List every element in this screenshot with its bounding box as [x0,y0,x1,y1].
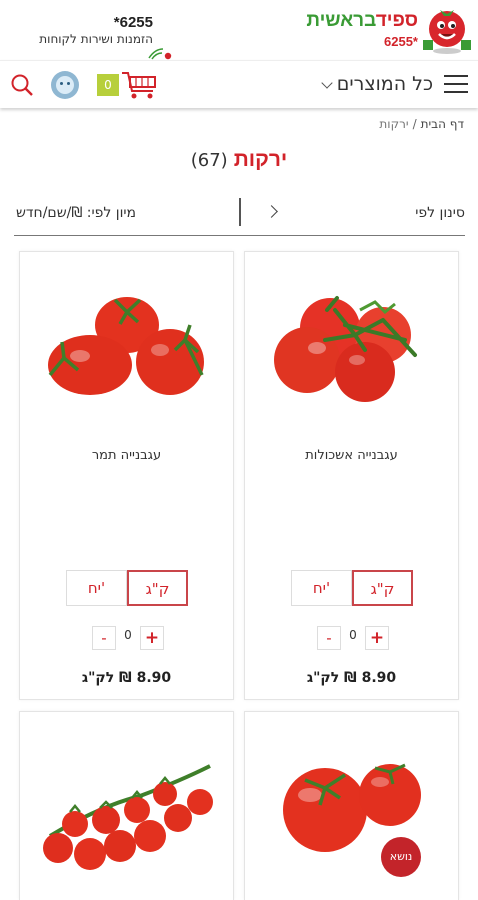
product-card[interactable]: עגבנייה תמר ק"ג יח' - 0 + 8.90 ₪ לק"ג [19,251,234,700]
unit-toggle: ק"ג יח' [66,570,188,606]
assistant-bot-icon[interactable] [51,71,79,99]
product-card[interactable]: עגבנייה אשכולות ק"ג יח' - 0 + 8.90 ₪ לק"… [244,251,459,700]
product-name[interactable]: עגבנייה אשכולות [245,448,458,463]
unit-toggle: ק"ג יח' [291,570,413,606]
phone-number[interactable]: 6255* [8,14,153,31]
shopping-cart-icon[interactable] [120,69,158,101]
cart-count-badge: 0 [97,74,119,96]
increase-quantity-button[interactable]: + [365,626,389,650]
wifi-icon [148,48,172,60]
unit-each-button[interactable]: יח' [291,570,352,606]
chevron-down-icon [321,77,333,89]
product-price: 8.90 ₪ לק"ג [306,670,397,686]
unit-kg-button[interactable]: ק"ג [127,570,188,606]
logo-number: 6255* [384,34,418,49]
site-header: 6255* הזמנות ושירות לקוחות ספידבראשית 62… [0,0,478,60]
hamburger-menu-icon[interactable] [444,75,468,95]
all-products-dropdown[interactable]: כל המוצרים [321,73,433,95]
search-icon[interactable] [10,73,34,97]
quantity-stepper: - 0 + [317,626,389,650]
product-count: (67) [190,150,228,171]
sort-button[interactable]: מיון לפי: ₪/שם/חדש [16,205,136,221]
breadcrumb-home[interactable]: דף הבית [421,117,464,131]
cluster-tomatoes-image[interactable] [265,280,440,410]
cherry-tomatoes-vine-image[interactable] [40,746,215,876]
product-brand-badge: נושא [381,837,421,877]
site-logo[interactable]: ספידבראשית 6255* [304,2,474,56]
unit-kg-button[interactable]: ק"ג [352,570,413,606]
breadcrumb-current: ירקות [379,117,409,131]
plum-tomatoes-image[interactable] [40,280,215,410]
product-price: 8.90 ₪ לק"ג [81,670,172,686]
navigation-bar: כל המוצרים 0 [0,60,478,108]
decrease-quantity-button[interactable]: - [317,626,341,650]
quantity-stepper: - 0 + [92,626,164,650]
customer-service-block[interactable]: 6255* הזמנות ושירות לקוחות [8,14,153,46]
chevron-right-icon[interactable] [265,205,278,218]
category-title: ירקות [233,148,288,171]
unit-each-button[interactable]: יח' [66,570,127,606]
product-name[interactable]: עגבנייה תמר [20,448,233,463]
page-title: ירקות(67) [0,148,478,172]
decrease-quantity-button[interactable]: - [92,626,116,650]
tomato-mascot-icon [423,10,471,54]
quantity-value: 0 [124,628,132,642]
filter-button[interactable]: סינון לפי [415,205,465,221]
breadcrumb: דף הבית /ירקות [379,117,464,131]
increase-quantity-button[interactable]: + [140,626,164,650]
logo-wordmark: ספידבראשית [306,10,418,31]
quantity-value: 0 [349,628,357,642]
divider [239,198,241,226]
customer-service-label: הזמנות ושירות לקוחות [39,32,153,46]
all-products-label: כל המוצרים [336,73,433,95]
product-card[interactable] [19,711,234,900]
filter-sort-bar: סינון לפי מיון לפי: ₪/שם/חדש [14,196,465,236]
product-card[interactable]: נושא [244,711,459,900]
breadcrumb-separator: / [412,117,417,131]
